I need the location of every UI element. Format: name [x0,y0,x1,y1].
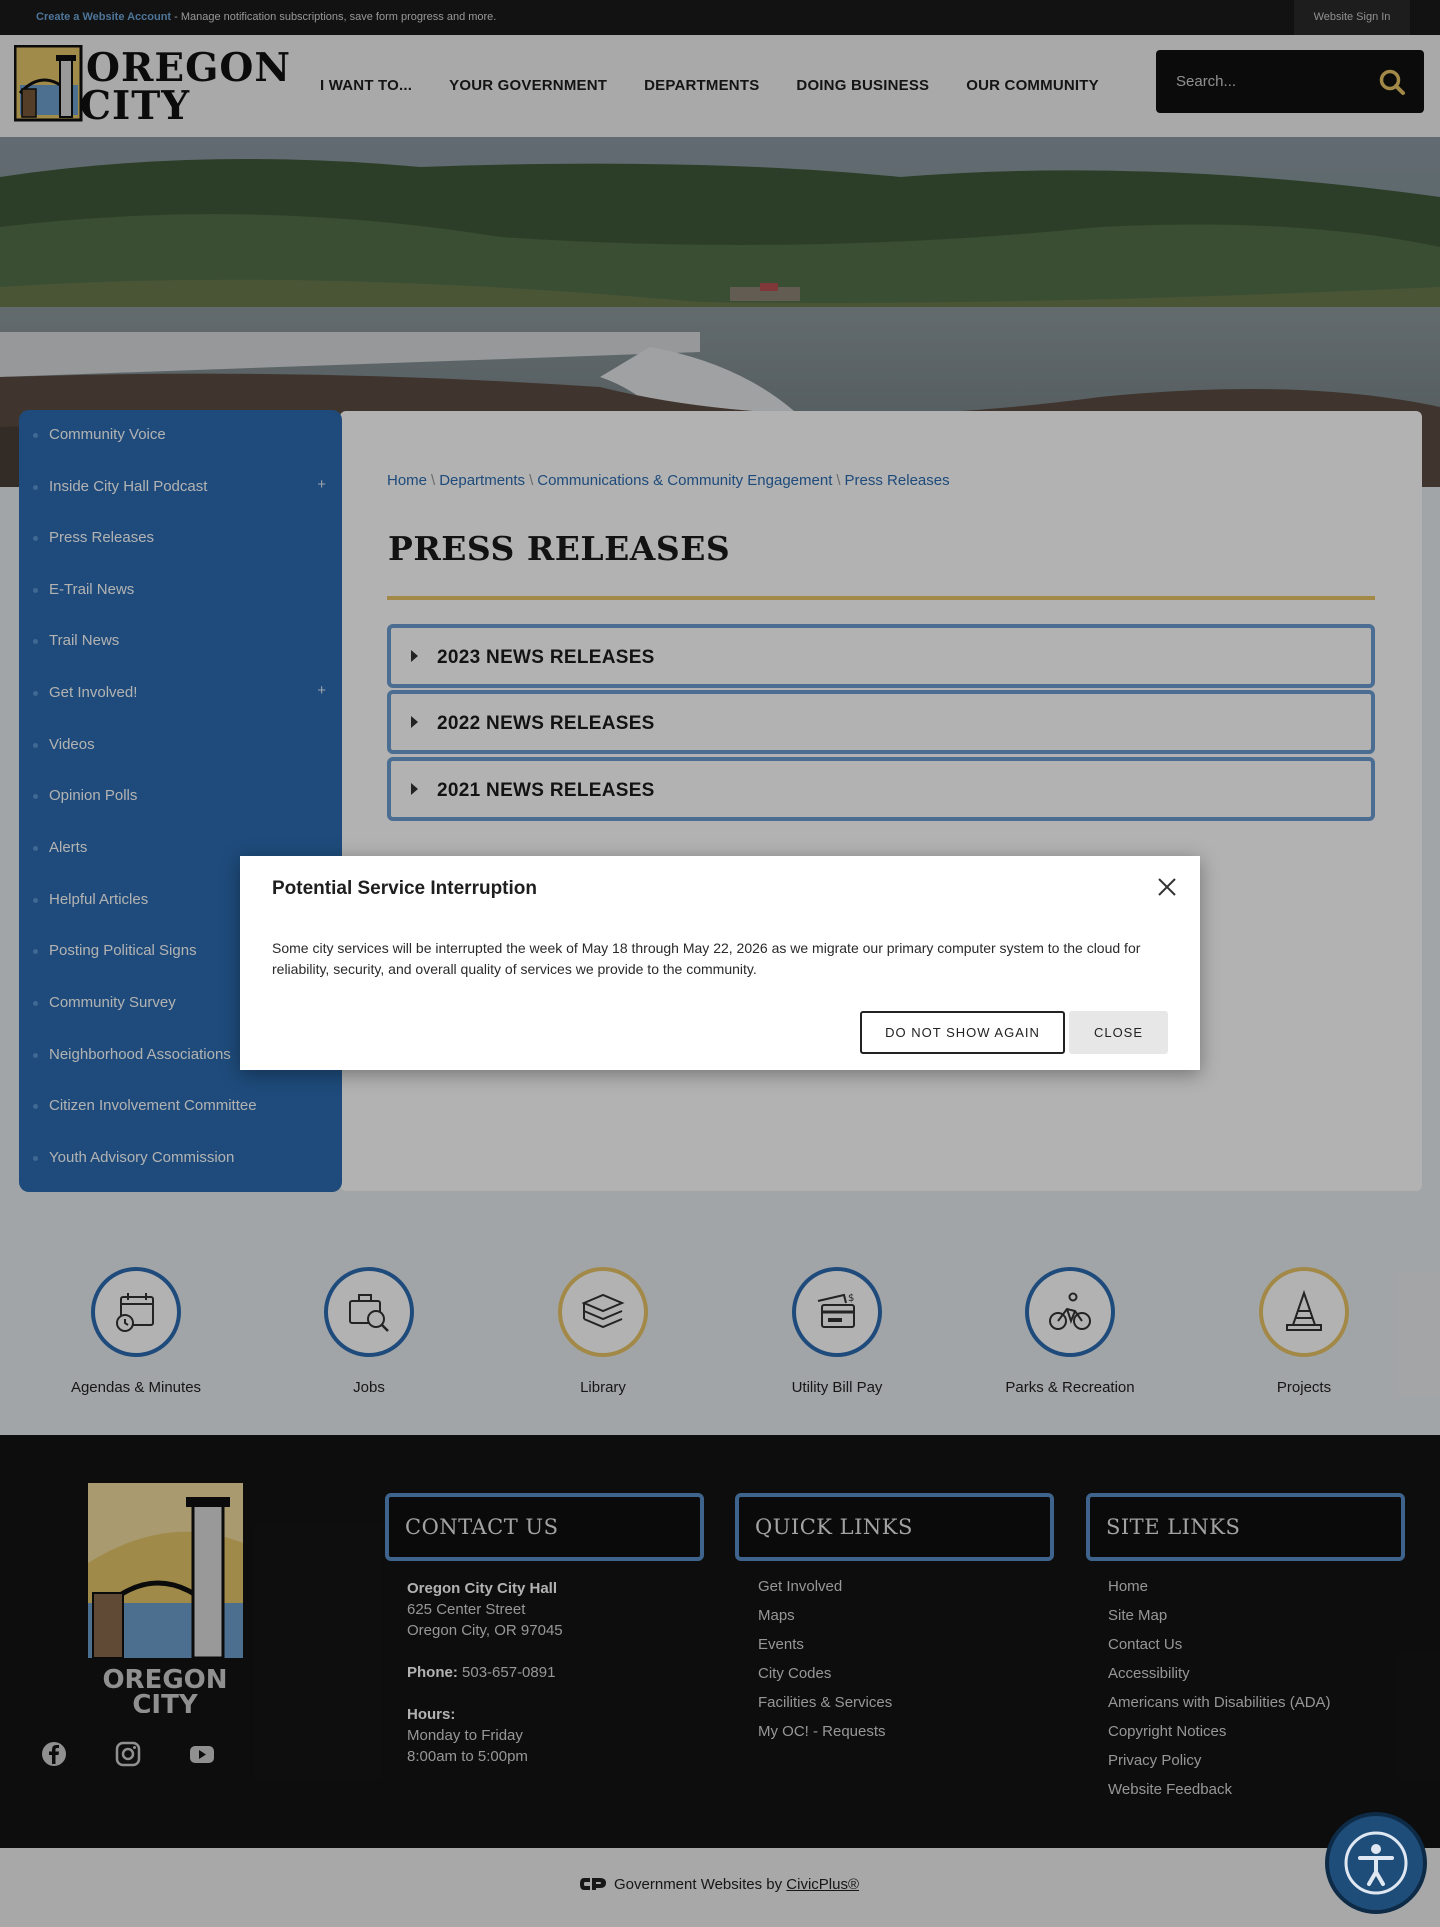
close-icon[interactable] [1156,876,1178,898]
service-interruption-modal: Potential Service Interruption Some city… [240,856,1200,1070]
accessibility-widget-button[interactable] [1325,1812,1427,1914]
modal-title: Potential Service Interruption [272,878,537,899]
modal-message: Some city services will be interrupted t… [272,940,1141,977]
accessibility-icon [1344,1831,1408,1895]
modal-close-button[interactable]: CLOSE [1069,1011,1168,1054]
do-not-show-again-button[interactable]: DO NOT SHOW AGAIN [860,1011,1065,1054]
